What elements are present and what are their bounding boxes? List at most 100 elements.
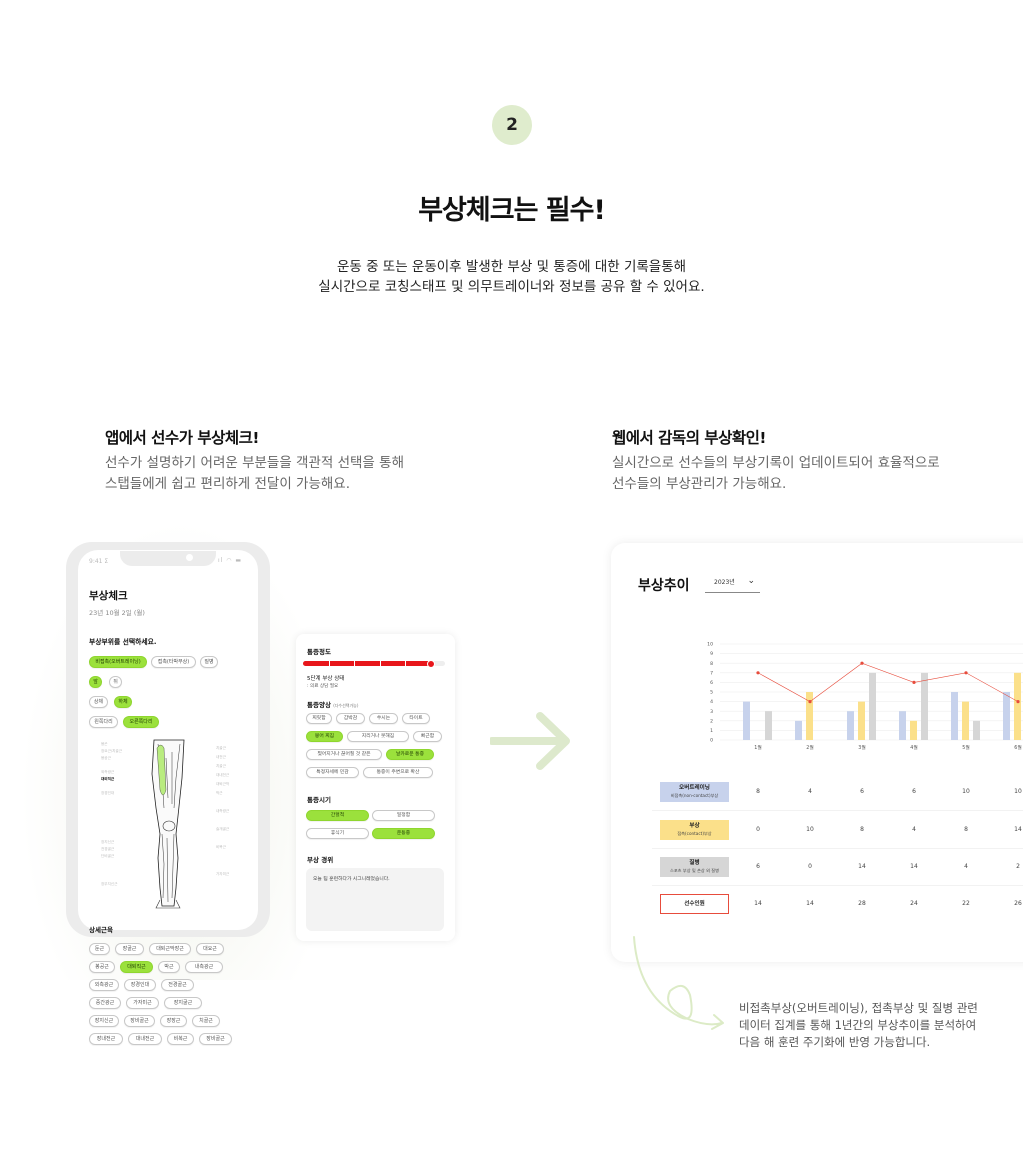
option-chip[interactable]: 전경골근 (161, 979, 194, 991)
web-desc-line: 실시간으로 선수들의 부상기록이 업데이트되어 효율적으로 (612, 455, 940, 471)
option-chip[interactable]: 대퇴직근 (120, 961, 153, 973)
option-chip[interactable]: 둔근 (89, 943, 110, 955)
app-desc-line: 선수가 설명하기 어려운 부분들을 객관적 선택을 통해 (105, 455, 404, 471)
option-chip[interactable]: 봉공근 (89, 961, 115, 973)
option-chip[interactable]: 장비골근 (199, 1033, 232, 1045)
web-feature-desc: 실시간으로 선수들의 부상기록이 업데이트되어 효율적으로 선수들의 부상관리가… (612, 453, 940, 495)
muscle-label: 치골근 (216, 746, 226, 750)
muscle-label: 가자미근 (216, 872, 230, 876)
chart-bar (869, 672, 876, 740)
table-row-label: 선수인원 (660, 894, 729, 914)
table-cell: 28 (858, 900, 866, 907)
muscle-label: 장경인대 (101, 791, 115, 795)
pain-type-title-text: 통증양상 (307, 701, 331, 709)
year-select[interactable]: 2023년 ⌄ (705, 574, 760, 593)
year-select-value: 2023년 (714, 579, 735, 586)
option-chip[interactable]: 휴식기 (306, 828, 369, 839)
trend-point (756, 671, 760, 675)
table-cell: 14 (858, 863, 866, 870)
option-chip[interactable]: 가자미근 (126, 997, 159, 1009)
table-cell: 24 (910, 900, 918, 907)
table-cell: 22 (962, 900, 970, 907)
option-chip[interactable]: 찢어지거나 끊어질 것 같은 (306, 749, 382, 760)
option-chip[interactable]: 쑤시는 (369, 713, 398, 724)
option-chip[interactable]: 치골근 (192, 1015, 220, 1027)
option-chip[interactable]: 비복근 (167, 1033, 194, 1045)
option-chip[interactable]: 뭉어 찌짐 (306, 731, 343, 742)
muscle-label: 장요근/치골근 (101, 749, 123, 753)
option-chip[interactable]: 비접촉(오버트레이닝) (89, 656, 147, 668)
option-chip[interactable]: 내측광근 (185, 961, 223, 973)
table-row-label: 오버트레이닝 비접촉(non-contact)부상 (660, 782, 729, 802)
web-feature-title: 웹에서 감독의 부상확인! (612, 429, 766, 447)
table-cell: 2 (1016, 863, 1020, 870)
option-chip[interactable]: 찌릿함 (306, 713, 332, 724)
status-bar-time: 9:41 Σ (89, 558, 109, 565)
option-chip[interactable]: 상체 (89, 696, 108, 708)
option-chip[interactable]: 타이트 (402, 713, 430, 724)
option-chip[interactable]: 오른쪽다리 (123, 716, 159, 728)
option-chip[interactable]: 뻐근함 (413, 731, 442, 742)
trend-point (860, 661, 864, 665)
option-chip[interactable]: 박근 (158, 961, 180, 973)
option-chip[interactable]: 운동중 (372, 828, 435, 839)
option-chip[interactable]: 중간광근 (89, 997, 121, 1009)
muscle-label: 내측광근 (216, 809, 230, 813)
option-chip[interactable]: 접촉(타박부상) (151, 656, 196, 668)
option-chip[interactable]: 왼쪽다리 (89, 716, 118, 728)
y-tick-label: 2 (710, 718, 713, 724)
pain-level-track[interactable] (303, 659, 445, 668)
muscle-label: 박근 (216, 791, 223, 795)
table-divider (652, 885, 1023, 886)
option-chip[interactable]: 갑박감 (336, 713, 365, 724)
option-chip[interactable]: 장비골근 (124, 1015, 155, 1027)
chart-bar (1003, 692, 1010, 740)
option-chip[interactable]: 대퇴근막장근 (149, 943, 191, 955)
muscle-label: 외측광근 (101, 770, 115, 774)
table-cell: 0 (808, 863, 812, 870)
option-chip[interactable]: 외측광근 (89, 979, 119, 991)
option-chip[interactable]: 일정함 (372, 810, 435, 821)
option-chip[interactable]: 앞 (89, 676, 102, 688)
option-chip[interactable]: 장지굴근 (164, 997, 202, 1009)
row-label-name: 부상 (689, 823, 700, 829)
option-chip[interactable]: 장장근 (160, 1015, 187, 1027)
option-chip[interactable]: 장지신근 (89, 1015, 119, 1027)
table-cell: 4 (964, 863, 968, 870)
muscle-label: 봉공근 (101, 756, 111, 760)
muscle-label: 대퇴근막 (216, 782, 230, 786)
y-tick-label: 3 (710, 709, 713, 715)
section-title: 부상체크는 필수! (418, 195, 606, 226)
option-chip[interactable]: 날카로운 통증 (386, 749, 434, 760)
option-chip[interactable]: 장골근 (115, 943, 144, 955)
table-divider (652, 848, 1023, 849)
option-chip[interactable]: 대요근 (196, 943, 224, 955)
x-tick-label: 4월 (910, 744, 917, 751)
muscle-label: 봉곤 (101, 742, 108, 746)
x-tick-label: 6월 (1014, 744, 1021, 751)
chart-bar (951, 692, 958, 740)
row-label-name: 질병 (689, 860, 700, 866)
curved-arrow-icon (633, 936, 724, 1030)
muscle-label: 비복근 (216, 845, 226, 849)
option-chip[interactable]: 질병 (200, 656, 218, 668)
option-chip[interactable]: 장경인대 (124, 979, 156, 991)
option-chip[interactable]: 통증이 주변으로 확산 (363, 767, 433, 778)
injury-history-textarea[interactable]: 오늘 팀 훈련하다가 시그니레었습니다. (306, 868, 444, 931)
option-chip[interactable]: 뒤 (109, 676, 122, 688)
table-cell: 10 (1014, 788, 1022, 795)
option-chip[interactable]: 간헐적 (306, 810, 369, 821)
option-chip[interactable]: 지리거나 뭇해짐 (347, 731, 409, 742)
pain-level-handle[interactable] (426, 659, 435, 668)
option-chip[interactable]: 대내전근 (128, 1033, 162, 1045)
row-label-sub: 접촉(contact)부상 (677, 831, 712, 836)
option-chip[interactable]: 특정자세에 민감 (306, 767, 359, 778)
chart-bar (910, 720, 917, 740)
table-cell: 0 (756, 826, 760, 833)
option-chip[interactable]: 장내전근 (89, 1033, 123, 1045)
option-chip[interactable]: 하체 (114, 696, 132, 708)
pain-level-tick (354, 661, 356, 666)
phone-notch (120, 551, 216, 566)
muscle-label: 슬개골근 (216, 827, 230, 831)
step-number-badge: 2 (492, 105, 532, 145)
